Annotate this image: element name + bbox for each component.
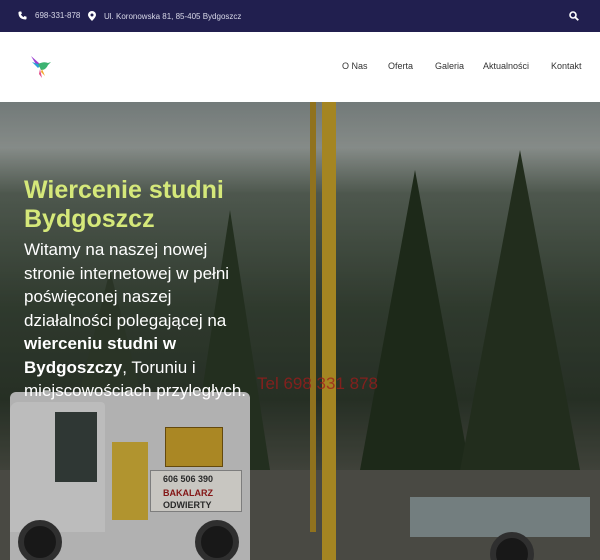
nav-item-o-nas[interactable]: O Nas [342, 61, 368, 71]
phone-icon [18, 11, 27, 20]
top-bar: 698-331-878 Ul. Koronowska 81, 85-405 By… [0, 0, 600, 32]
hero-phone-watermark: Tel 698 331 878 [257, 374, 378, 393]
nav-item-oferta[interactable]: Oferta [388, 61, 413, 71]
nav-item-galeria[interactable]: Galeria [435, 61, 464, 71]
phone-number: 698-331-878 [35, 11, 81, 20]
hero-text-intro: Witamy na naszej nowej stronie interneto… [24, 240, 230, 330]
search-icon[interactable] [569, 11, 579, 21]
topbar-phone[interactable]: 698-331-878 [18, 11, 80, 20]
address-text: Ul. Koronowska 81, 85-405 Bydgoszcz [104, 11, 242, 21]
topbar-address[interactable]: Ul. Koronowska 81, 85-405 Bydgoszcz [88, 11, 241, 21]
nav-item-kontakt[interactable]: Kontakt [551, 61, 582, 71]
nav-item-aktualnosci[interactable]: Aktualności [483, 61, 529, 71]
main-nav: O Nas Oferta Galeria Aktualności Kontakt [0, 61, 600, 73]
hero-description: Witamy na naszej nowej stronie interneto… [24, 238, 254, 403]
hero-title: Wiercenie studni Bydgoszcz [24, 176, 224, 233]
map-pin-icon [88, 11, 96, 21]
